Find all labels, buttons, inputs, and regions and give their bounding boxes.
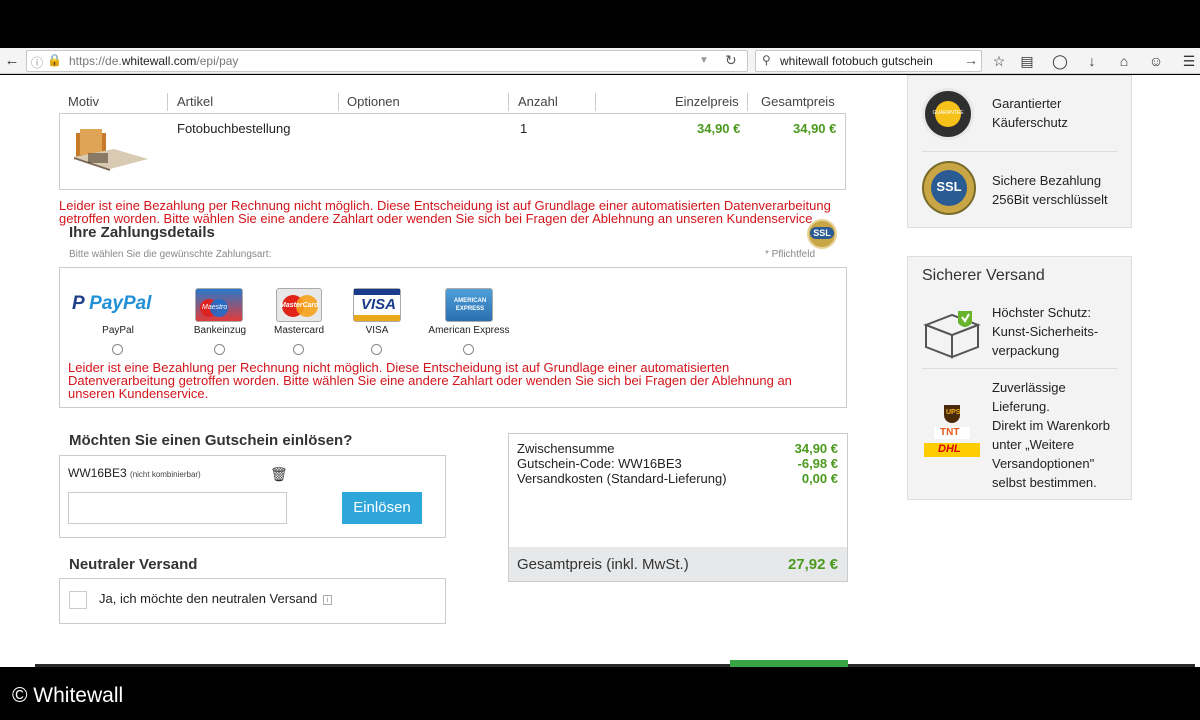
voucher-title: Möchten Sie einen Gutschein einlösen?	[69, 432, 353, 449]
redeem-button[interactable]: Einlösen	[342, 492, 422, 524]
ups-icon: UPS	[944, 405, 960, 423]
ssl-text: Sichere Bezahlung 256Bit verschlüsselt	[992, 173, 1108, 207]
footer-bar	[0, 667, 1200, 720]
divider	[338, 93, 339, 111]
item-quantity: 1	[520, 121, 528, 136]
voucher-input[interactable]	[68, 492, 287, 524]
reading-list-icon[interactable]: ▤	[1018, 52, 1036, 70]
item-total-price: 34,90 €	[793, 121, 837, 136]
visa-card-icon[interactable]: VISA	[353, 288, 401, 322]
payment-hint: Bitte wählen Sie die gewünschte Zahlungs…	[69, 249, 272, 260]
summary-label-shipping: Versandkosten (Standard-Lieferung)	[517, 471, 727, 486]
bookmark-star-icon[interactable]: ☆	[990, 52, 1008, 70]
pocket-icon[interactable]: ◯	[1051, 52, 1069, 70]
col-header-einzelpreis: Einzelpreis	[675, 94, 739, 109]
download-icon[interactable]: ↓	[1083, 52, 1101, 70]
search-bar[interactable]: ⚲ whitewall fotobuch gutschein →	[755, 50, 982, 72]
shipping-title: Sicherer Versand	[922, 267, 1045, 284]
col-header-optionen: Optionen	[347, 94, 400, 109]
total-label: Gesamtpreis (inkl. MwSt.)	[517, 556, 689, 573]
neutral-shipping-checkbox[interactable]	[69, 591, 87, 609]
ssl-badge-icon: SSL	[807, 219, 837, 249]
radio-bankeinzug[interactable]	[214, 344, 225, 355]
summary-label-voucher: Gutschein-Code: WW16BE3	[517, 456, 682, 471]
voucher-code: WW16BE3	[68, 466, 127, 480]
divider	[167, 93, 168, 111]
secure-package-icon	[922, 311, 982, 359]
menu-icon[interactable]: ☰	[1180, 52, 1198, 70]
copyright-caption: © Whitewall	[12, 684, 124, 707]
trust-text: Garantierter Käuferschutz	[992, 96, 1068, 130]
continue-button[interactable]	[730, 660, 848, 667]
info-icon[interactable]: i	[323, 595, 332, 605]
home-icon[interactable]: ⌂	[1115, 52, 1133, 70]
paypal-mark-icon: P	[72, 293, 85, 314]
photobook-thumbnail	[70, 127, 150, 171]
summary-value-subtotal: 34,90 €	[794, 441, 838, 456]
url-dropdown-icon[interactable]: ▼	[699, 55, 709, 66]
radio-mastercard[interactable]	[293, 344, 304, 355]
radio-paypal[interactable]	[112, 344, 123, 355]
delivery-text: Zuverlässige Lieferung. Direkt im Warenk…	[992, 380, 1110, 490]
protection-text: Höchster Schutz: Kunst-Sicherheits- verp…	[992, 305, 1099, 358]
reload-icon[interactable]: ↻	[725, 52, 737, 69]
neutral-shipping-label: Ja, ich möchte den neutralen Versand	[99, 591, 318, 606]
amex-card-icon[interactable]: AMERICAN EXPRESS	[445, 288, 493, 322]
mastercard-icon[interactable]: MasterCard	[276, 288, 322, 322]
lock-icon: 🔒	[47, 53, 62, 67]
col-header-motiv: Motiv	[68, 94, 100, 109]
summary-label-subtotal: Zwischensumme	[517, 441, 615, 456]
neutral-shipping-title: Neutraler Versand	[69, 556, 198, 573]
radio-amex[interactable]	[463, 344, 474, 355]
divider	[747, 93, 748, 111]
info-icon[interactable]: ⓘ	[31, 54, 43, 71]
divider	[508, 93, 509, 111]
payment-label-paypal: PayPal	[102, 325, 134, 336]
item-unit-price: 34,90 €	[697, 121, 741, 136]
radio-visa[interactable]	[371, 344, 382, 355]
tnt-icon: TNT	[934, 427, 970, 439]
back-arrow-icon[interactable]: ←	[3, 52, 21, 70]
maestro-card-icon[interactable]: Maestro	[195, 288, 243, 322]
payment-title: Ihre Zahlungsdetails	[69, 224, 215, 241]
error-message-payment: Leider ist eine Bezahlung per Rechnung n…	[68, 360, 792, 401]
payment-label-visa: VISA	[365, 325, 389, 336]
paypal-logo[interactable]: P PayPal	[72, 293, 164, 319]
summary-value-voucher: -6,98 €	[797, 456, 838, 471]
sync-icon[interactable]: ☺	[1147, 52, 1165, 70]
dhl-icon: DHL	[924, 443, 980, 457]
payment-label-mastercard: Mastercard	[273, 325, 324, 336]
col-header-artikel: Artikel	[177, 94, 214, 109]
error-message-top: Leider ist eine Bezahlung per Rechnung n…	[59, 198, 831, 226]
search-query: whitewall fotobuch gutschein	[780, 54, 933, 68]
trash-icon[interactable]: 🗑	[270, 466, 288, 483]
col-header-gesamtpreis: Gesamtpreis	[761, 94, 835, 109]
paypal-wordmark: PayPal	[89, 293, 152, 314]
search-go-icon[interactable]: →	[964, 52, 978, 68]
payment-label-amex: American Express	[428, 325, 510, 336]
payment-label-bankeinzug: Bankeinzug	[193, 325, 247, 336]
checkout-page: Motiv Artikel Optionen Anzahl Einzelprei…	[0, 75, 1200, 667]
item-name: Fotobuchbestellung	[177, 121, 291, 136]
col-header-anzahl: Anzahl	[518, 94, 558, 109]
summary-value-shipping: 0,00 €	[801, 471, 838, 486]
search-icon: ⚲	[762, 53, 771, 67]
url-text: https://de.whitewall.com/epi/pay	[69, 54, 239, 68]
top-black-bar	[0, 0, 1200, 48]
applied-voucher: WW16BE3 (nicht kombinierbar)	[68, 466, 201, 480]
trusted-shops-icon: GUARANTEE	[922, 88, 974, 140]
ssl-seal-icon: SSL	[922, 161, 976, 215]
divider	[595, 93, 596, 111]
carrier-logos: UPS TNT DHL	[924, 405, 980, 463]
required-note: * Pflichtfeld	[765, 249, 816, 260]
total-value: 27,92 €	[787, 556, 838, 573]
browser-toolbar: ← ⓘ 🔒 https://de.whitewall.com/epi/pay ▼…	[0, 48, 1200, 74]
divider	[922, 151, 1117, 152]
url-bar[interactable]: ⓘ 🔒 https://de.whitewall.com/epi/pay ▼ ↻	[26, 50, 748, 72]
divider	[922, 368, 1117, 369]
voucher-note: (nicht kombinierbar)	[130, 470, 201, 479]
